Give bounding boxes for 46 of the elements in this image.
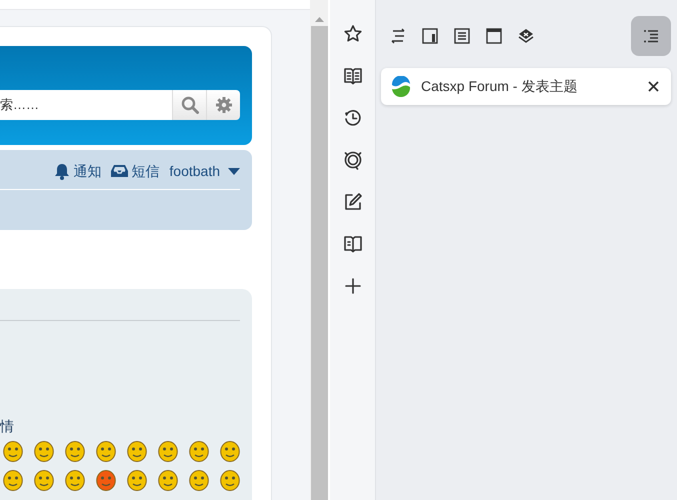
search-field[interactable]: 索…… <box>0 90 172 120</box>
emoticon-icon[interactable] <box>158 470 178 491</box>
emoticon-icon[interactable] <box>34 441 54 462</box>
emoticon-icon[interactable] <box>189 441 209 462</box>
swap-icon <box>389 27 407 45</box>
emoticon-icon[interactable] <box>189 470 209 491</box>
bell-icon <box>54 162 70 180</box>
add-icon <box>342 276 362 296</box>
emoticon-icon[interactable] <box>65 441 85 462</box>
site-logo-icon <box>390 76 412 98</box>
caret-icon <box>228 168 240 174</box>
tab-card[interactable]: Catsxp Forum - 发表主题 <box>381 68 671 105</box>
tab-title: Catsxp Forum - 发表主题 <box>421 77 578 96</box>
emoticon-icon[interactable] <box>220 470 240 491</box>
emoticon-icon[interactable] <box>96 470 116 491</box>
layers-icon <box>517 27 535 45</box>
emoticon-icon[interactable] <box>96 441 116 462</box>
search-icon <box>180 96 198 114</box>
emoticon-icon[interactable] <box>65 470 85 491</box>
close-icon <box>648 81 658 92</box>
emoticon-icon[interactable] <box>220 441 240 462</box>
search-button[interactable] <box>172 90 206 120</box>
outline-button[interactable] <box>631 16 671 56</box>
emoticon-icon[interactable] <box>34 470 54 491</box>
list-icon <box>453 27 471 45</box>
edit-icon <box>342 192 362 212</box>
history-icon <box>342 108 362 128</box>
emoticon-icon[interactable] <box>3 470 23 491</box>
book-icon <box>342 66 362 86</box>
notifications-link[interactable]: 通知 <box>54 160 102 182</box>
panel-icon <box>421 27 439 45</box>
emoticon-icon[interactable] <box>127 441 147 462</box>
emoticon-heading: 情 <box>0 417 15 435</box>
messages-link[interactable]: 短信 <box>111 160 160 182</box>
reader-icon <box>342 234 362 254</box>
emoticon-icon[interactable] <box>3 441 23 462</box>
window-icon <box>485 27 503 45</box>
inbox-icon <box>111 164 128 178</box>
outline-icon <box>642 27 660 45</box>
star-icon <box>342 24 362 44</box>
settings-icon <box>216 97 232 113</box>
emoticon-icon[interactable] <box>127 470 147 491</box>
emoticon-icon[interactable] <box>158 441 178 462</box>
settings-button[interactable] <box>206 90 240 120</box>
user-menu-link[interactable]: footbath <box>169 160 240 182</box>
lens-icon <box>342 150 362 170</box>
